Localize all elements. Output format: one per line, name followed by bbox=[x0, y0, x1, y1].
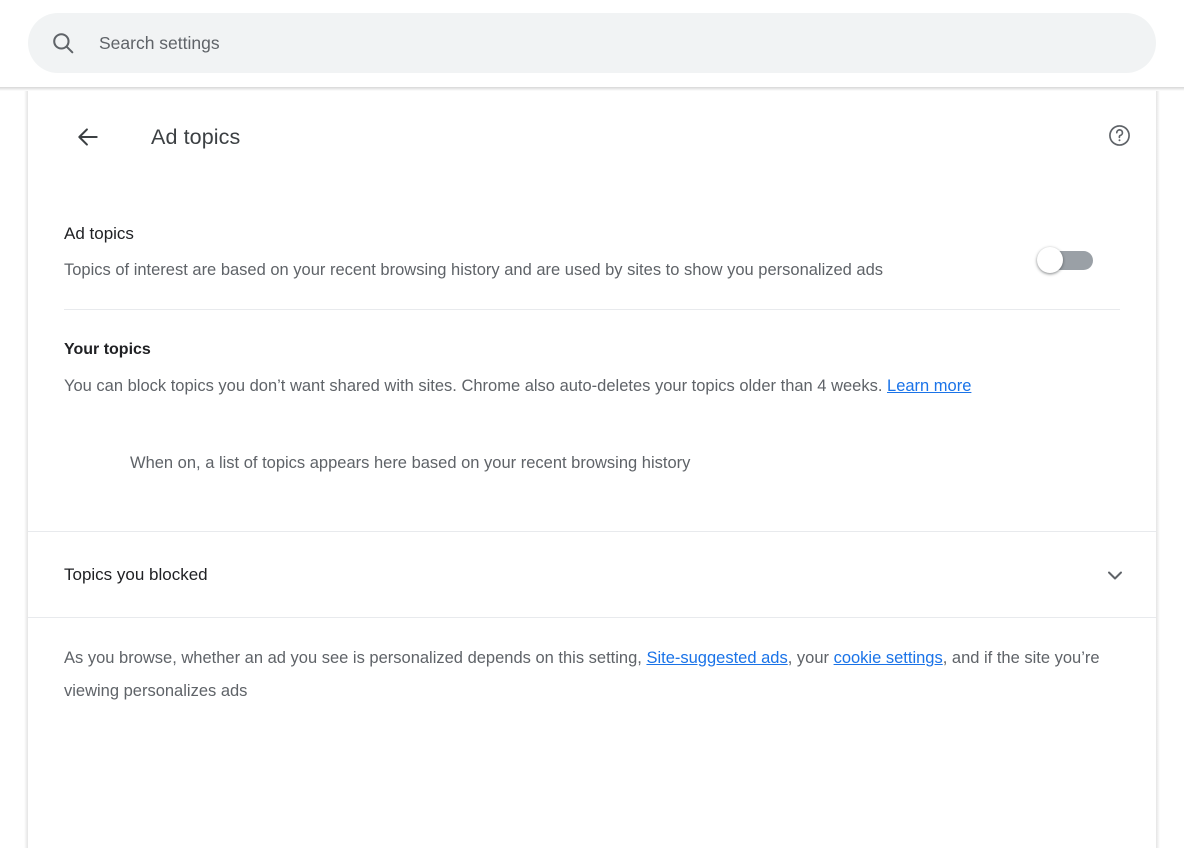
ad-topics-title: Ad topics bbox=[64, 224, 134, 243]
footer-text-part2: , your bbox=[787, 649, 834, 667]
back-button[interactable] bbox=[64, 113, 112, 161]
topics-you-blocked-label: Topics you blocked bbox=[64, 564, 208, 584]
ad-topics-section: Ad topics Topics of interest are based o… bbox=[28, 185, 1156, 531]
ad-topics-toggle[interactable] bbox=[1037, 247, 1093, 273]
search-input[interactable] bbox=[99, 28, 999, 58]
your-topics-section: Your topics You can block topics you don… bbox=[64, 310, 1120, 531]
your-topics-description: You can block topics you don’t want shar… bbox=[64, 370, 1074, 403]
settings-topbar bbox=[0, 0, 1184, 87]
footer-text-part1: As you browse, whether an ad you see is … bbox=[64, 649, 647, 667]
your-topics-title: Your topics bbox=[64, 341, 151, 358]
your-topics-description-text: You can block topics you don’t want shar… bbox=[64, 377, 888, 395]
footer-note: As you browse, whether an ad you see is … bbox=[28, 618, 1156, 708]
ad-topics-text: Ad topics Topics of interest are based o… bbox=[64, 222, 1026, 287]
learn-more-link[interactable]: Learn more bbox=[887, 377, 971, 395]
search-bar[interactable] bbox=[28, 13, 1156, 73]
card-header: Ad topics bbox=[28, 91, 1156, 185]
settings-card: Ad topics Ad topics Topics of interest a… bbox=[28, 91, 1156, 848]
toggle-knob bbox=[1037, 247, 1063, 273]
help-circle-icon bbox=[1107, 123, 1132, 148]
chevron-down-icon[interactable] bbox=[1100, 560, 1130, 590]
your-topics-empty-state: When on, a list of topics appears here b… bbox=[130, 454, 691, 472]
page-title: Ad topics bbox=[151, 125, 241, 149]
ad-topics-row: Ad topics Topics of interest are based o… bbox=[64, 185, 1120, 309]
cookie-settings-link[interactable]: cookie settings bbox=[834, 649, 943, 667]
ad-topics-description: Topics of interest are based on your rec… bbox=[64, 261, 884, 279]
arrow-left-icon bbox=[75, 124, 101, 150]
topics-you-blocked-row[interactable]: Topics you blocked bbox=[28, 532, 1156, 617]
site-suggested-ads-link[interactable]: Site-suggested ads bbox=[646, 649, 787, 667]
search-icon bbox=[50, 30, 76, 56]
help-button[interactable] bbox=[1097, 113, 1141, 157]
